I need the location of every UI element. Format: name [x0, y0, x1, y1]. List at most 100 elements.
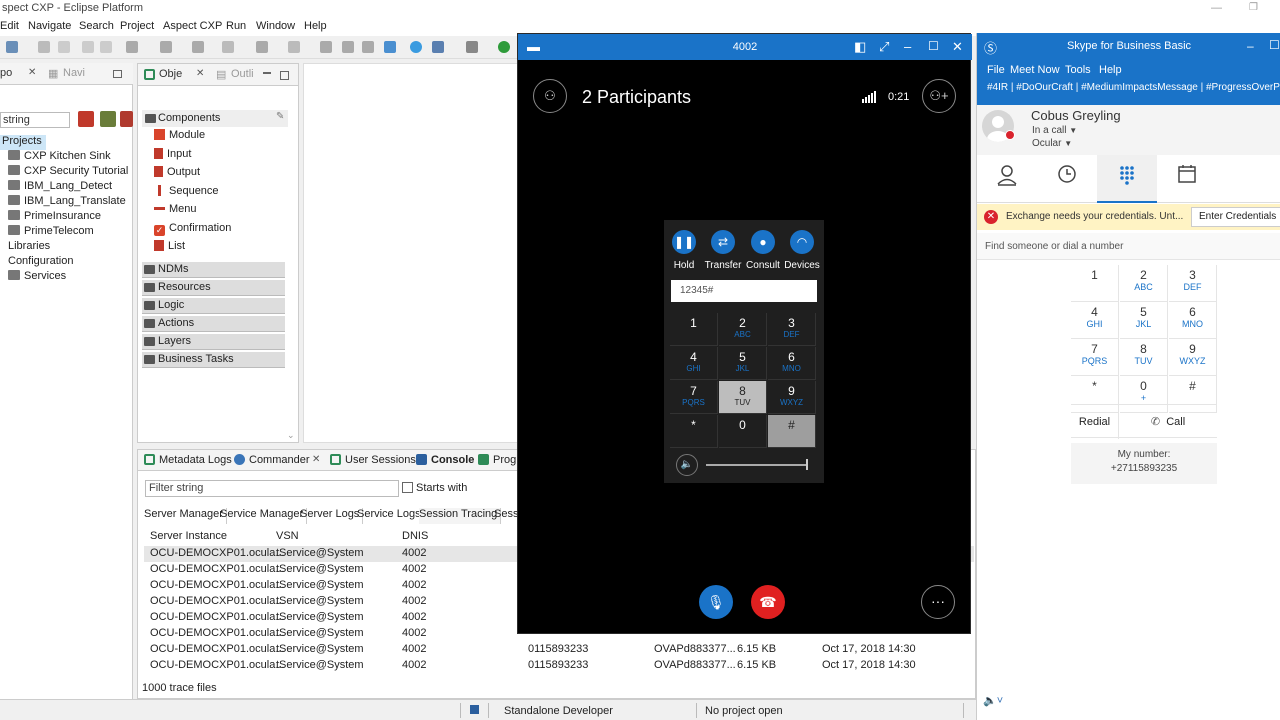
project-filter-input[interactable]: string — [0, 112, 70, 128]
search-tool-icon[interactable] — [160, 41, 172, 53]
subtab-service-manager[interactable]: Service Manager — [220, 508, 308, 524]
maximize-icon[interactable]: ☐ — [928, 40, 939, 53]
minimize-icon[interactable] — [263, 72, 271, 74]
menu-navigate[interactable]: Navigate — [28, 20, 71, 32]
dialpad-key[interactable]: 7 PQRS — [1071, 339, 1119, 376]
menu-tools[interactable]: Tools — [1065, 64, 1091, 76]
group-business-tasks[interactable]: Business Tasks — [142, 352, 285, 368]
layout-icon[interactable]: ◧ — [854, 40, 866, 53]
restore-icon[interactable]: ❐ — [1249, 2, 1258, 13]
scroll-down-icon[interactable]: ⌄ — [287, 430, 295, 441]
pin-icon[interactable]: ✎ — [276, 111, 284, 122]
component-confirmation[interactable]: ✓ Confirmation — [154, 222, 231, 239]
component-sequence[interactable]: Sequence — [154, 185, 219, 202]
tree-projects[interactable]: Projects — [0, 135, 46, 150]
menu-window[interactable]: Window — [256, 20, 295, 32]
tab-commander[interactable]: Commander — [234, 454, 310, 466]
tab-navigator[interactable]: Navi — [63, 67, 85, 79]
more-options-button[interactable]: ··· — [921, 585, 955, 619]
redial-button[interactable]: Redial — [1071, 405, 1119, 439]
subtab-server-logs[interactable]: Server Logs — [300, 508, 364, 524]
group-logic[interactable]: Logic — [142, 298, 285, 314]
dialpad-key[interactable]: 5 JKL — [719, 347, 767, 380]
hold-button[interactable]: ❚❚ Hold — [664, 230, 704, 271]
dialpad-key[interactable]: # — [768, 415, 816, 448]
column-vsn[interactable]: VSN — [276, 530, 299, 542]
close-icon[interactable]: ✕ — [196, 68, 204, 79]
dialpad-key[interactable]: 9 WXYZ — [768, 381, 816, 414]
location-status[interactable]: Ocular ▼ — [1032, 138, 1072, 149]
column-server-instance[interactable]: Server Instance — [150, 530, 227, 542]
tab-recent[interactable] — [1037, 155, 1097, 203]
tab-project-explorer[interactable]: po — [0, 67, 12, 79]
dialpad-key[interactable]: 1 — [1071, 265, 1119, 302]
consult-button[interactable]: ● Consult — [743, 230, 783, 271]
participants-icon[interactable]: ⚇ — [533, 79, 567, 113]
zoom-fit-icon[interactable] — [342, 41, 354, 53]
dialpad-key[interactable]: 4 GHI — [1071, 302, 1119, 339]
group-actions[interactable]: Actions — [142, 316, 285, 332]
subtab-service-logs[interactable]: Service Logs — [357, 508, 425, 524]
component-menu[interactable]: Menu — [154, 203, 197, 220]
components-header[interactable]: Components ✎ — [142, 110, 288, 127]
tab-outline[interactable]: Outli — [231, 68, 254, 80]
menu-aspect-cxp[interactable]: Aspect CXP — [163, 20, 222, 32]
tree-item-project[interactable]: CXP Kitchen Sink — [0, 150, 111, 165]
collapse-icon[interactable] — [120, 111, 133, 127]
deploy-icon[interactable] — [384, 41, 396, 53]
group-ndms[interactable]: NDMs — [142, 262, 285, 278]
save-all-icon[interactable] — [58, 41, 70, 53]
component-module[interactable]: Module — [154, 129, 205, 146]
dialpad-key[interactable]: 2 ABC — [1120, 265, 1168, 302]
zoom-icon[interactable] — [320, 41, 332, 53]
cut-icon[interactable] — [126, 41, 138, 53]
enter-credentials-button[interactable]: Enter Credentials — [1191, 207, 1280, 227]
dialpad-key[interactable]: 8 TUV — [719, 381, 767, 414]
tree-item-project[interactable]: IBM_Lang_Detect — [0, 180, 112, 195]
devices-button[interactable]: ◠ Devices — [782, 230, 822, 271]
dialpad-key[interactable]: 0 — [719, 415, 767, 448]
call-button[interactable]: ✆ Call — [1119, 405, 1217, 439]
dtmf-input[interactable]: 12345# — [671, 280, 817, 302]
run-icon[interactable] — [498, 41, 510, 53]
tree-libraries[interactable]: Libraries — [0, 240, 50, 255]
tree-item-services[interactable]: Services — [0, 270, 66, 285]
transfer-button[interactable]: ⇄ Transfer — [703, 230, 743, 271]
tab-contacts[interactable] — [977, 155, 1037, 203]
refresh-icon[interactable] — [410, 41, 422, 53]
tree-item-project[interactable]: PrimeInsurance — [0, 210, 101, 225]
dialpad-key[interactable]: 2 ABC — [719, 313, 767, 346]
table-row[interactable]: OCU-DEMOCXP01.ocula... tService@System 400… — [144, 642, 974, 658]
tree-configuration[interactable]: Configuration — [0, 255, 73, 270]
dialpad-key[interactable]: 4 GHI — [670, 347, 718, 380]
component-output[interactable]: Output — [154, 166, 200, 183]
maximize-icon[interactable] — [280, 71, 289, 80]
find-icon[interactable] — [192, 41, 204, 53]
tab-meetings[interactable] — [1157, 155, 1217, 203]
dialpad-key[interactable]: 5 JKL — [1120, 302, 1168, 339]
dialpad-key[interactable]: 3 DEF — [1169, 265, 1217, 302]
audio-device-icon[interactable]: 🔈˅ — [983, 694, 1003, 707]
search-input[interactable]: Find someone or dial a number — [977, 233, 1280, 260]
component-list[interactable]: List — [154, 240, 185, 257]
dialpad-key[interactable]: 8 TUV — [1120, 339, 1168, 376]
component-input[interactable]: Input — [154, 148, 191, 165]
align-icon[interactable] — [288, 41, 300, 53]
dialpad-key[interactable]: 6 MNO — [1169, 302, 1217, 339]
tab-console[interactable]: Console — [416, 454, 474, 466]
tree-item-project[interactable]: PrimeTelecom — [0, 225, 94, 240]
sync-icon[interactable] — [432, 41, 444, 53]
dialpad-key[interactable]: 6 MNO — [768, 347, 816, 380]
volume-slider[interactable] — [706, 464, 808, 466]
dialpad-key[interactable]: * — [670, 415, 718, 448]
maximize-icon[interactable] — [113, 70, 122, 78]
presence-status[interactable]: In a call ▼ — [1032, 125, 1077, 136]
tab-user-sessions[interactable]: User Sessions — [330, 454, 416, 466]
close-icon[interactable]: ✕ — [28, 67, 36, 78]
column-dnis[interactable]: DNIS — [402, 530, 428, 542]
minimize-icon[interactable]: – — [1247, 39, 1254, 53]
subtab-server-manager[interactable]: Server Manager — [144, 508, 227, 524]
tree-item-project[interactable]: IBM_Lang_Translate — [0, 195, 126, 210]
starts-with-checkbox[interactable] — [402, 482, 413, 493]
commander-filter-input[interactable]: Filter string — [145, 480, 399, 497]
